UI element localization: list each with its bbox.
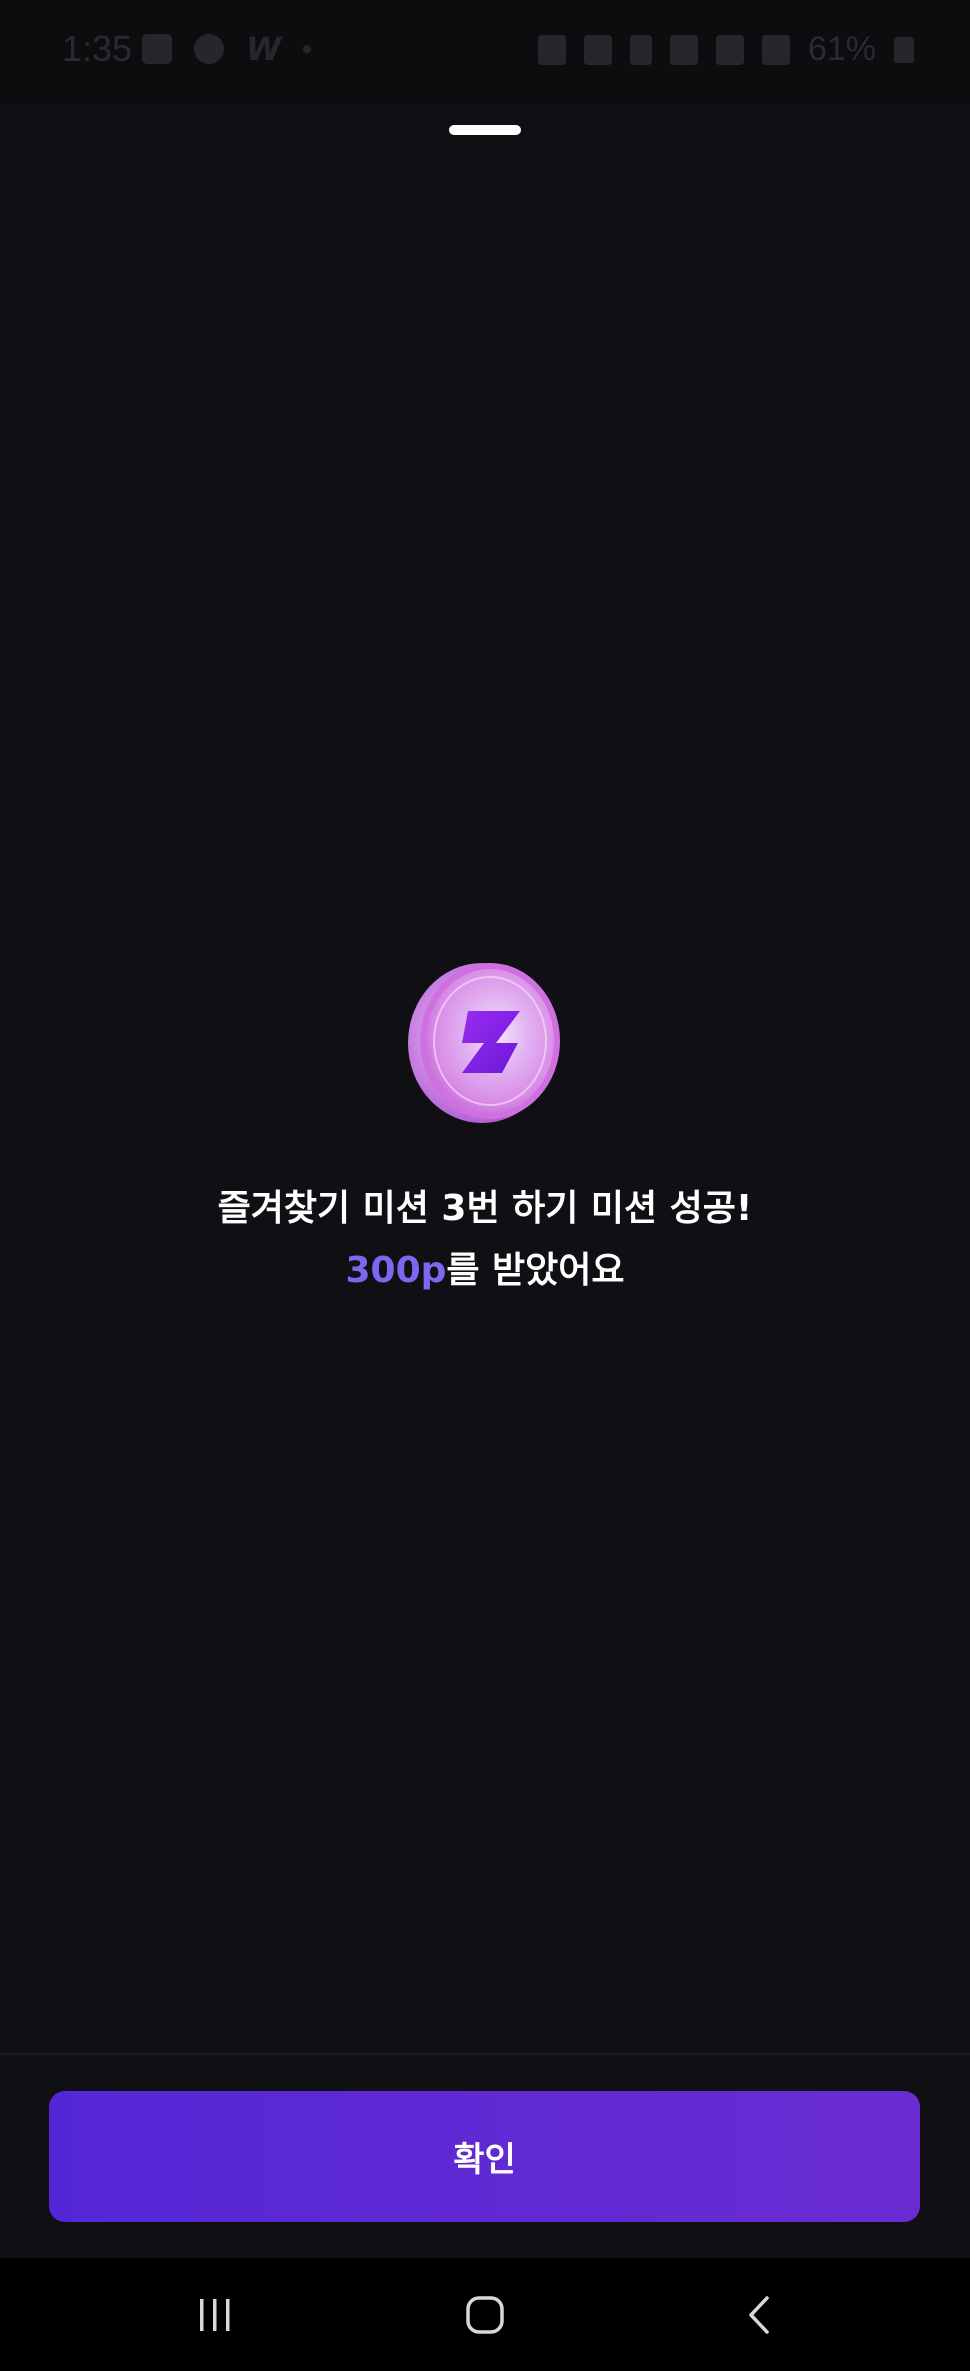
alarm-icon xyxy=(537,34,566,65)
mission-success-message: 즐겨찾기 미션 3번 하기 미션 성공! xyxy=(217,1188,753,1229)
lightning-coin-icon xyxy=(404,959,566,1125)
home-button[interactable] xyxy=(415,2258,555,2371)
hd-icon xyxy=(669,34,698,65)
status-time: 1:35 xyxy=(62,28,133,69)
status-notification-icons: W xyxy=(142,30,312,68)
signal-icon xyxy=(761,34,790,65)
status-bar: 1:35 W 61% xyxy=(0,0,970,104)
reward-suffix: 를 받았어요 xyxy=(446,1250,625,1291)
back-button[interactable] xyxy=(690,2258,830,2371)
gallery-icon xyxy=(142,34,172,64)
reward-points: 300p xyxy=(345,1250,447,1291)
recent-apps-button[interactable] xyxy=(145,2258,285,2371)
w-app-icon: W xyxy=(246,30,282,68)
chat-icon xyxy=(194,34,224,64)
home-icon xyxy=(466,2295,504,2334)
navigation-bar xyxy=(0,2258,970,2371)
reward-line: 300p를 받았어요 xyxy=(0,1240,970,1302)
sheet-drag-handle[interactable] xyxy=(449,125,521,135)
lte-icon xyxy=(715,34,744,65)
battery-icon xyxy=(894,36,914,63)
confirm-button[interactable]: 확인 xyxy=(49,2091,920,2222)
back-icon xyxy=(749,2295,769,2334)
mute-icon xyxy=(583,34,612,65)
more-notifications-icon xyxy=(303,45,312,53)
location-icon xyxy=(629,34,652,65)
bottom-divider xyxy=(0,2053,970,2055)
recent-apps-icon xyxy=(200,2298,230,2331)
status-system-icons: 61% xyxy=(537,30,914,69)
battery-level: 61% xyxy=(807,30,876,68)
